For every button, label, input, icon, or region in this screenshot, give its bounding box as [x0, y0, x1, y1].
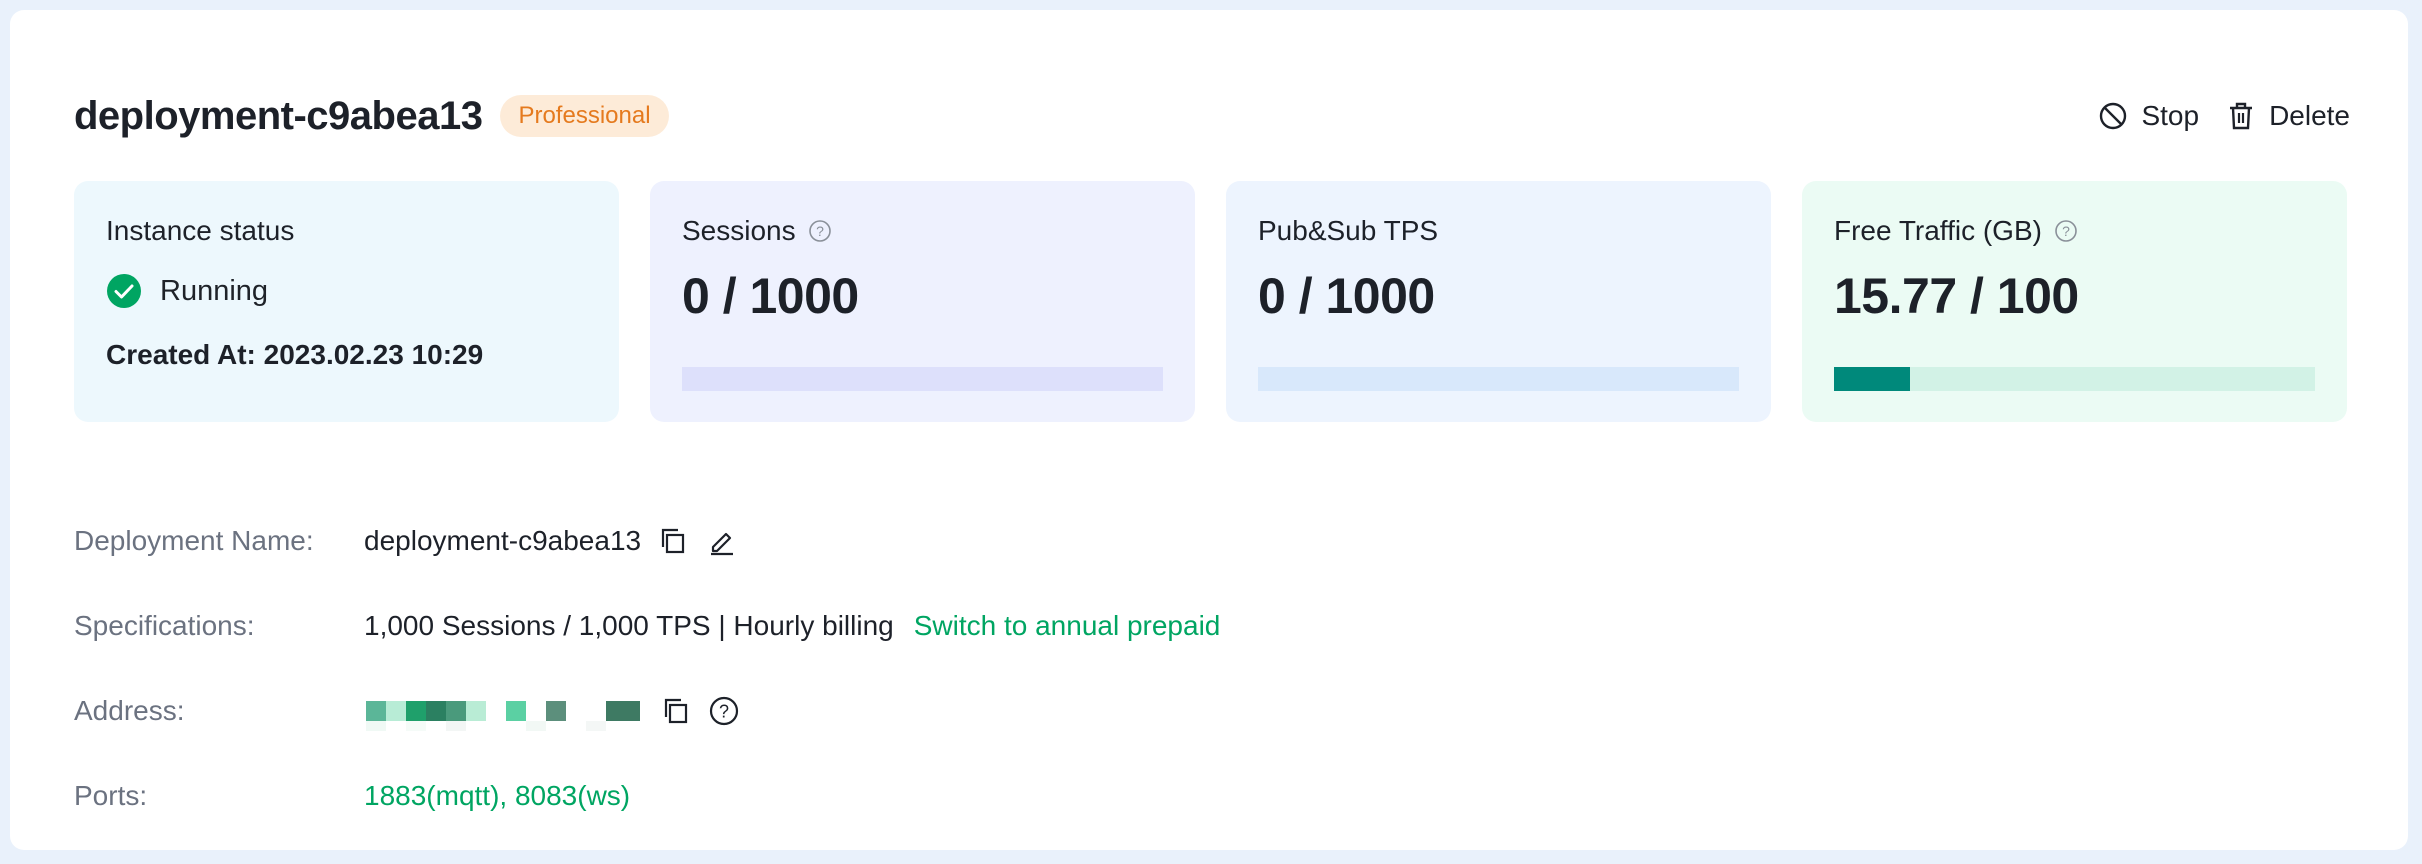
address-value-group: ? — [364, 689, 740, 733]
header-actions: Stop Delete — [2097, 100, 2350, 132]
svg-text:?: ? — [719, 701, 729, 721]
trash-icon — [2230, 102, 2253, 130]
instance-status-card: Instance status Running Created At: 2023… — [74, 181, 619, 422]
address-redaction-mosaic — [366, 700, 640, 731]
stop-label: Stop — [2141, 100, 2200, 131]
deployment-name-value-group: deployment-c9abea13 — [364, 525, 737, 557]
sessions-value: 0 / 1000 — [682, 268, 859, 324]
address-redacted — [364, 689, 644, 733]
status-text: Running — [160, 274, 269, 307]
copy-icon[interactable] — [657, 525, 689, 557]
traffic-progress-fill — [1834, 367, 1910, 391]
specifications-row: Specifications: 1,000 Sessions / 1,000 T… — [74, 583, 1220, 668]
traffic-label-row: Free Traffic (GB) ? — [1834, 215, 2315, 247]
tps-value: 0 / 1000 — [1258, 268, 1435, 324]
switch-annual-link[interactable]: Switch to annual prepaid — [914, 610, 1221, 642]
instance-status-label: Instance status — [106, 215, 295, 246]
ports-value[interactable]: 1883(mqtt), 8083(ws) — [364, 780, 630, 812]
traffic-card: Free Traffic (GB) ? 15.77 / 100 — [1802, 181, 2347, 422]
edit-icon[interactable] — [705, 525, 737, 557]
header: deployment-c9abea13 Professional Stop De… — [74, 88, 2350, 144]
delete-label: Delete — [2269, 100, 2350, 131]
deployment-name-value: deployment-c9abea13 — [364, 524, 642, 556]
svg-text:?: ? — [2062, 223, 2070, 239]
traffic-progress — [1834, 367, 2315, 391]
delete-button[interactable]: Delete — [2225, 100, 2350, 132]
stop-button[interactable]: Stop — [2097, 100, 2199, 132]
help-icon[interactable]: ? — [808, 219, 832, 243]
metric-cards: Instance status Running Created At: 2023… — [74, 181, 2347, 422]
check-circle-icon — [107, 274, 141, 308]
help-icon[interactable]: ? — [708, 695, 740, 727]
specifications-value-group: 1,000 Sessions / 1,000 TPS | Hourly bill… — [364, 610, 1220, 642]
traffic-value: 15.77 / 100 — [1834, 268, 2079, 324]
plan-badge: Professional — [500, 95, 669, 137]
status-row: Running — [106, 273, 587, 309]
ports-row: Ports: 1883(mqtt), 8083(ws) — [74, 753, 1220, 838]
deployment-name-row: Deployment Name: deployment-c9abea13 — [74, 498, 1220, 583]
specifications-label: Specifications: — [74, 609, 255, 641]
svg-text:?: ? — [816, 223, 824, 239]
page-title: deployment-c9abea13 — [74, 93, 483, 138]
ports-label: Ports: — [74, 779, 148, 811]
specifications-value: 1,000 Sessions / 1,000 TPS | Hourly bill… — [364, 609, 894, 641]
tps-label: Pub&Sub TPS — [1258, 215, 1439, 246]
deployment-name-label: Deployment Name: — [74, 524, 314, 556]
address-row: Address: ? — [74, 668, 1220, 753]
tps-progress — [1258, 367, 1739, 391]
sessions-label-row: Sessions ? — [682, 215, 1163, 247]
help-icon[interactable]: ? — [2054, 219, 2078, 243]
details-list: Deployment Name: deployment-c9abea13 Spe… — [74, 498, 1220, 838]
sessions-label: Sessions — [682, 215, 796, 246]
ports-value-group: 1883(mqtt), 8083(ws) — [364, 780, 630, 812]
address-label: Address: — [74, 694, 185, 726]
sessions-progress — [682, 367, 1163, 391]
sessions-card: Sessions ? 0 / 1000 — [650, 181, 1195, 422]
created-at: Created At: 2023.02.23 10:29 — [106, 339, 484, 370]
traffic-label: Free Traffic (GB) — [1834, 215, 2042, 246]
copy-icon[interactable] — [660, 695, 692, 727]
deployment-panel: deployment-c9abea13 Professional Stop De… — [10, 10, 2408, 850]
stop-icon — [2100, 102, 2127, 130]
tps-card: Pub&Sub TPS 0 / 1000 — [1226, 181, 1771, 422]
